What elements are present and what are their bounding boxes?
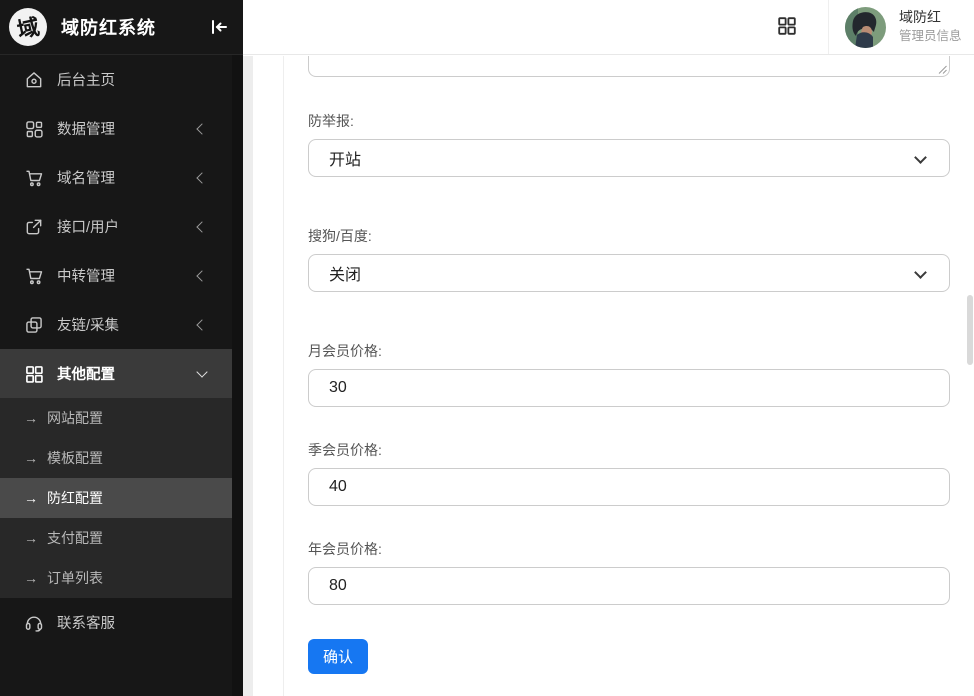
submenu-item-label: 模板配置	[47, 448, 103, 468]
cart-icon	[24, 266, 44, 286]
selected-option: 开站	[329, 146, 361, 170]
anti-report-select[interactable]: 开站	[308, 139, 950, 177]
field-label: 年会员价格:	[308, 542, 950, 556]
resize-handle-icon[interactable]	[937, 64, 947, 74]
topbar: 域防红 管理员信息	[243, 0, 974, 55]
sidebar-header: 域 域防红系统	[0, 0, 243, 55]
home-icon	[24, 70, 44, 90]
field-label: 季会员价格:	[308, 443, 950, 457]
sidebar-scroll-track[interactable]	[232, 55, 243, 696]
arrow-right-icon: →	[24, 450, 38, 466]
sidebar-item-label: 中转管理	[57, 265, 115, 286]
submenu-item-label: 网站配置	[47, 408, 103, 428]
sidebar-item-support[interactable]: 联系客服	[0, 598, 232, 647]
sidebar-item-data[interactable]: 数据管理	[0, 104, 232, 153]
arrow-right-icon: →	[24, 530, 38, 546]
chevron-left-icon	[196, 319, 207, 330]
submenu-item-site-config[interactable]: → 网站配置	[0, 398, 232, 438]
chevron-left-icon	[196, 270, 207, 281]
chevron-down-icon	[914, 266, 927, 279]
chevron-left-icon	[196, 221, 207, 232]
form-group-yearly-price: 年会员价格:	[308, 542, 950, 605]
sidebar-item-domain[interactable]: 域名管理	[0, 153, 232, 202]
user-role: 管理员信息	[899, 29, 962, 43]
app-title: 域防红系统	[61, 14, 156, 40]
sidebar-item-label: 后台主页	[57, 69, 115, 90]
user-name: 域防红	[899, 9, 962, 25]
share-icon	[24, 217, 44, 237]
field-label: 防举报:	[308, 114, 950, 128]
apps-grid-icon[interactable]	[776, 15, 798, 37]
submenu-item-template-config[interactable]: → 模板配置	[0, 438, 232, 478]
sogou-baidu-select[interactable]: 关闭	[308, 254, 950, 292]
sidebar-item-label: 友链/采集	[57, 314, 119, 335]
vertical-scrollbar[interactable]	[967, 295, 973, 365]
config-textarea[interactable]	[308, 56, 950, 77]
sidebar-collapse-icon[interactable]	[209, 17, 229, 37]
copy-icon	[24, 315, 44, 335]
logo-glyph: 域	[14, 9, 42, 45]
sidebar-item-label: 数据管理	[57, 118, 115, 139]
submenu-item-anti-red-config[interactable]: → 防红配置	[0, 478, 232, 518]
chevron-down-icon	[914, 151, 927, 164]
submenu-item-payment-config[interactable]: → 支付配置	[0, 518, 232, 558]
form-group-sogou-baidu: 搜狗/百度: 关闭	[308, 229, 950, 292]
submenu-item-label: 防红配置	[47, 488, 103, 508]
field-label: 月会员价格:	[308, 344, 950, 358]
sidebar-item-label: 联系客服	[57, 612, 115, 633]
submenu-item-label: 支付配置	[47, 528, 103, 548]
chevron-left-icon	[196, 123, 207, 134]
sidebar-item-home[interactable]: 后台主页	[0, 55, 232, 104]
sidebar-item-api-user[interactable]: 接口/用户	[0, 202, 232, 251]
headset-icon	[24, 613, 44, 633]
arrow-right-icon: →	[24, 570, 38, 586]
submenu-item-order-list[interactable]: → 订单列表	[0, 558, 232, 598]
sidebar-item-other-config[interactable]: 其他配置	[0, 349, 232, 398]
chevron-left-icon	[196, 172, 207, 183]
cart-icon	[24, 168, 44, 188]
arrow-right-icon: →	[24, 410, 38, 426]
form-group-anti-report: 防举报: 开站	[308, 114, 950, 177]
yearly-price-input[interactable]	[308, 567, 950, 605]
sidebar-item-label: 接口/用户	[57, 216, 119, 237]
avatar[interactable]	[845, 7, 886, 48]
topbar-divider	[828, 0, 829, 54]
field-label: 搜狗/百度:	[308, 229, 950, 243]
sidebar-item-label: 域名管理	[57, 167, 115, 188]
content-left-border	[283, 56, 284, 696]
form-group-monthly-price: 月会员价格:	[308, 344, 950, 407]
sidebar: 域 域防红系统 后台主页 数据管理	[0, 0, 243, 696]
submenu-item-label: 订单列表	[47, 568, 103, 588]
user-info[interactable]: 域防红 管理员信息	[899, 9, 962, 43]
sidebar-submenu: → 网站配置 → 模板配置 → 防红配置 → 支付配置 → 订单列表	[0, 398, 232, 598]
app-logo: 域	[9, 8, 47, 46]
main-content: 防举报: 开站 搜狗/百度: 关闭 月会员价格: 季会员价格: 年会员价格:	[243, 56, 974, 696]
grid-icon	[24, 119, 44, 139]
chevron-down-icon	[196, 366, 207, 377]
arrow-right-icon: →	[24, 490, 38, 506]
anti-red-config-form: 防举报: 开站 搜狗/百度: 关闭 月会员价格: 季会员价格: 年会员价格:	[308, 56, 950, 696]
quarterly-price-input[interactable]	[308, 468, 950, 506]
sidebar-menu: 后台主页 数据管理 域名管理	[0, 55, 232, 647]
selected-option: 关闭	[329, 261, 361, 285]
confirm-button[interactable]: 确认	[308, 639, 368, 674]
form-group-quarterly-price: 季会员价格:	[308, 443, 950, 506]
sidebar-item-links[interactable]: 友链/采集	[0, 300, 232, 349]
sidebar-item-label: 其他配置	[57, 363, 115, 384]
monthly-price-input[interactable]	[308, 369, 950, 407]
grid-icon	[24, 364, 44, 384]
sidebar-gutter	[243, 56, 253, 696]
sidebar-item-transit[interactable]: 中转管理	[0, 251, 232, 300]
